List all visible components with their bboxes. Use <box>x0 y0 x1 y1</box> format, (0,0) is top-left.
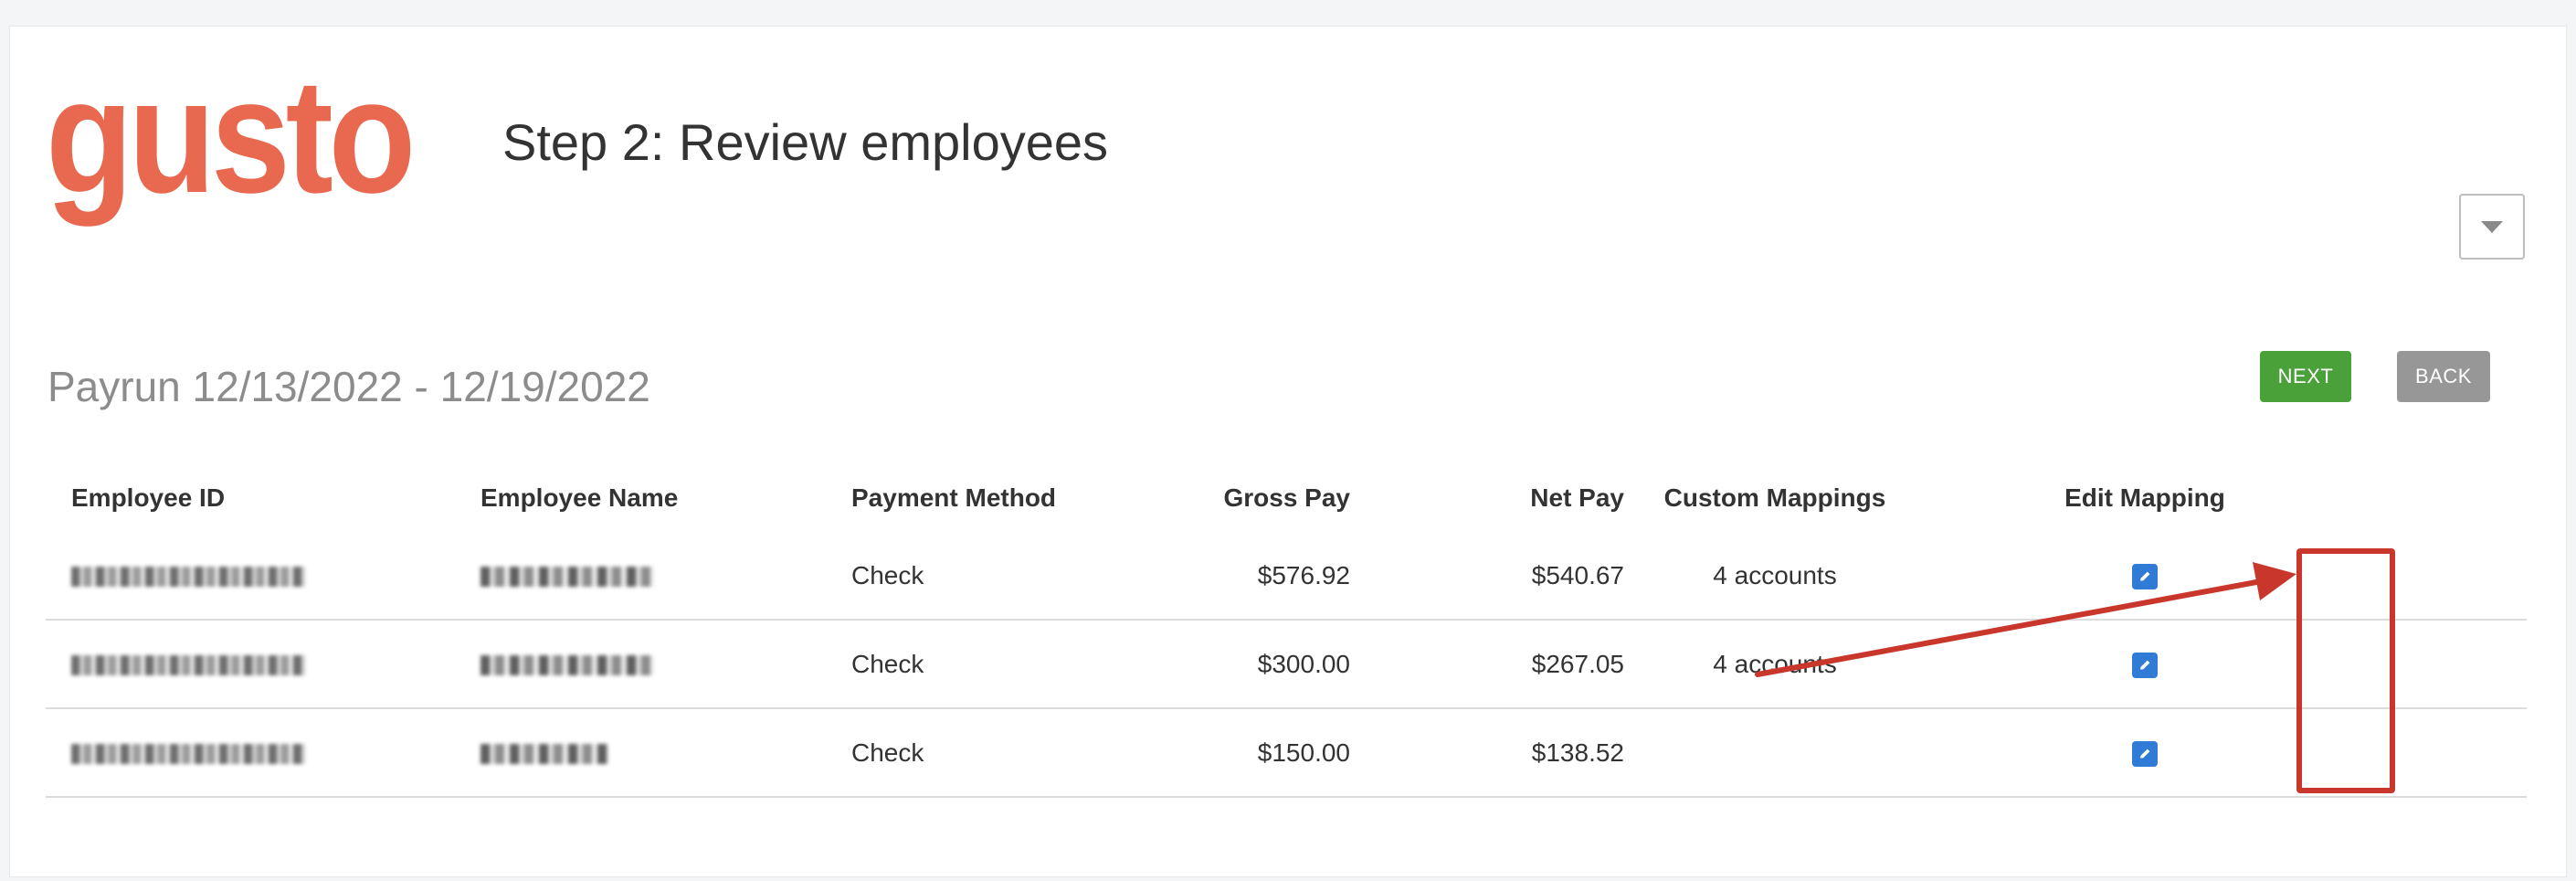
pencil-icon[interactable] <box>2132 741 2158 768</box>
employee-name-cell <box>455 708 826 798</box>
header-spacer <box>2364 464 2527 532</box>
custom-mappings-cell: 4 accounts <box>1624 620 1926 709</box>
pencil-icon[interactable] <box>2132 653 2158 679</box>
employee-id-cell <box>46 532 455 621</box>
caret-down-icon <box>2481 220 2503 233</box>
table-row: Check $300.00 $267.05 4 accounts <box>46 620 2527 709</box>
next-button[interactable]: NEXT <box>2260 351 2351 402</box>
edit-mapping-cell <box>1926 620 2364 709</box>
redacted-employee-name <box>480 567 654 588</box>
custom-mappings-cell: 4 accounts <box>1624 532 1926 621</box>
gross-pay-cell: $576.92 <box>1155 532 1350 621</box>
payrun-title: Payrun 12/13/2022 - 12/19/2022 <box>48 363 650 410</box>
gusto-logo-text: gusto <box>46 73 411 227</box>
net-pay-cell: $138.52 <box>1350 708 1624 798</box>
gusto-logo: gusto <box>46 73 411 227</box>
pencil-icon[interactable] <box>2132 564 2158 590</box>
options-dropdown-button[interactable] <box>2459 194 2525 260</box>
redacted-employee-id <box>71 655 305 676</box>
gross-pay-cell: $300.00 <box>1155 620 1350 709</box>
redacted-employee-name <box>480 744 608 765</box>
table-row: Check $576.92 $540.67 4 accounts <box>46 532 2527 621</box>
gross-pay-cell: $150.00 <box>1155 708 1350 798</box>
header-net-pay: Net Pay <box>1530 483 1624 512</box>
payment-method-cell: Check <box>826 620 1155 709</box>
edit-mapping-cell <box>1926 708 2364 798</box>
header-payment-method: Payment Method <box>851 483 1057 512</box>
edit-mapping-cell <box>1926 532 2364 621</box>
header-employee-name: Employee Name <box>480 483 679 512</box>
table-header-row: Employee ID Employee Name Payment Method… <box>46 464 2527 532</box>
header-edit-mapping: Edit Mapping <box>2064 483 2225 512</box>
header-employee-id: Employee ID <box>71 483 226 512</box>
page-title: Step 2: Review employees <box>502 113 1109 171</box>
header-gross-pay: Gross Pay <box>1223 483 1350 512</box>
spacer-cell <box>2364 620 2527 709</box>
redacted-employee-name <box>480 655 654 676</box>
employees-table: Employee ID Employee Name Payment Method… <box>46 464 2527 798</box>
table-row: Check $150.00 $138.52 <box>46 708 2527 798</box>
header-custom-mappings: Custom Mappings <box>1663 483 1886 512</box>
payment-method-cell: Check <box>826 708 1155 798</box>
employee-name-cell <box>455 620 826 709</box>
spacer-cell <box>2364 708 2527 798</box>
employee-id-cell <box>46 708 455 798</box>
employee-id-cell <box>46 620 455 709</box>
net-pay-cell: $540.67 <box>1350 532 1624 621</box>
payment-method-cell: Check <box>826 532 1155 621</box>
custom-mappings-cell <box>1624 708 1926 798</box>
redacted-employee-id <box>71 567 305 588</box>
back-button[interactable]: BACK <box>2397 351 2490 402</box>
employee-name-cell <box>455 532 826 621</box>
net-pay-cell: $267.05 <box>1350 620 1624 709</box>
spacer-cell <box>2364 532 2527 621</box>
redacted-employee-id <box>71 744 305 765</box>
